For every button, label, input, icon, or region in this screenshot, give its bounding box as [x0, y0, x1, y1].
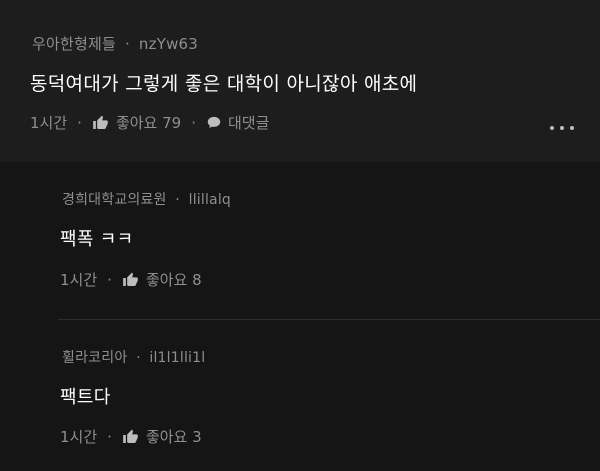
meta-separator: ·: [107, 270, 112, 289]
thumbs-up-icon: [123, 272, 138, 286]
thumbs-up-icon: [93, 115, 108, 129]
author-separator: ·: [175, 192, 180, 208]
meta-separator: ·: [191, 113, 196, 132]
speech-bubble-icon: [207, 116, 221, 129]
author-separator: ·: [136, 350, 141, 366]
author-separator: ·: [124, 35, 130, 53]
reply-meta-row: 1시간 · 좋아요 3: [60, 426, 202, 447]
more-dot: [560, 126, 564, 130]
reply-divider: [58, 319, 600, 320]
more-dots-icon: [550, 126, 554, 130]
like-button[interactable]: 좋아요 8: [122, 269, 202, 290]
comment-body: 동덕여대가 그렇게 좋은 대학이 아니잖아 애초에: [30, 73, 418, 95]
reply-label: 대댓글: [227, 114, 270, 132]
comment-author-line: 우아한형제들 · nzYw63: [32, 33, 198, 54]
main-comment: 우아한형제들 · nzYw63 동덕여대가 그렇게 좋은 대학이 아니잖아 애초…: [0, 0, 600, 162]
like-button[interactable]: 좋아요 3: [122, 426, 202, 447]
like-count-label: 좋아요 79: [115, 114, 182, 132]
like-count-label: 좋아요 8: [145, 271, 202, 289]
like-count-label: 좋아요 3: [145, 428, 202, 446]
reply-meta-row: 1시간 · 좋아요 8: [60, 269, 202, 290]
reply-author-name[interactable]: 휠라코리아: [62, 350, 127, 366]
meta-separator: ·: [77, 113, 82, 132]
more-dot: [570, 126, 574, 130]
reply-user-id: llillalq: [188, 192, 232, 208]
more-options-button[interactable]: [550, 124, 574, 132]
like-button[interactable]: 좋아요 79: [92, 112, 181, 133]
thumbs-up-icon: [123, 429, 138, 443]
comment-author-name[interactable]: 우아한형제들: [32, 35, 116, 53]
comment-meta-row: 1시간 · 좋아요 79 · 대댓글: [30, 112, 269, 133]
reply-body: 팩트다: [60, 387, 111, 408]
reply-time: 1시간: [60, 428, 98, 446]
reply-user-id: il1l1lli1l: [149, 350, 206, 366]
meta-separator: ·: [107, 427, 112, 446]
reply-button[interactable]: 대댓글: [206, 112, 269, 133]
reply-time: 1시간: [60, 271, 98, 289]
comment-user-id: nzYw63: [138, 35, 199, 53]
reply-body: 팩폭 ㅋㅋ: [60, 229, 134, 250]
comment-time: 1시간: [30, 114, 68, 132]
reply-author-line: 휠라코리아 · il1l1lli1l: [62, 347, 205, 367]
reply-author-line: 경희대학교의료원 · llillalq: [62, 189, 231, 209]
reply-author-name[interactable]: 경희대학교의료원: [62, 192, 167, 208]
